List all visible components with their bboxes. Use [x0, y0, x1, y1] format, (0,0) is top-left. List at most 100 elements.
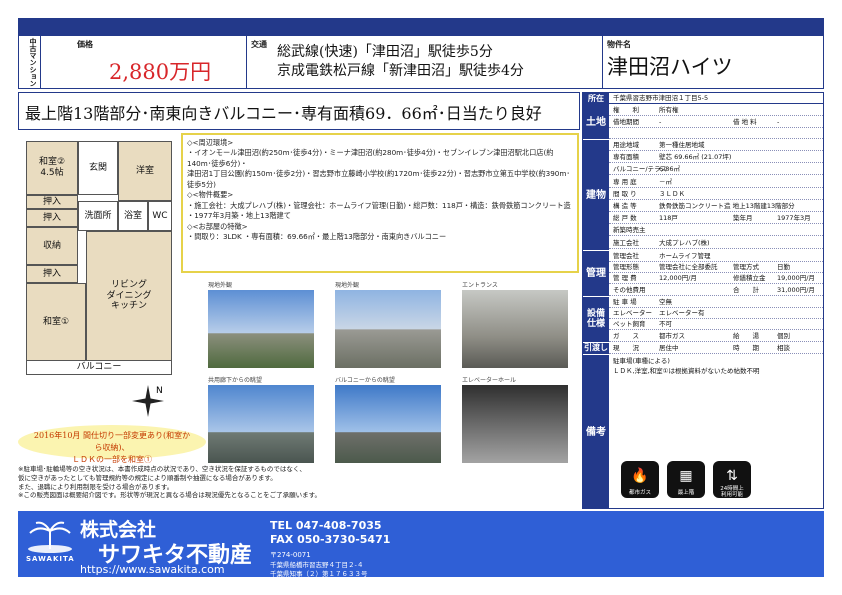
fax: FAX 050-3730-5471: [270, 533, 391, 546]
info-line: 津田沼1丁目公園(約150m･徒歩2分)・習志野市立藤崎小学校(約1720m･徒…: [187, 169, 570, 189]
photo-image: [462, 385, 568, 463]
spec-key: 合 計: [733, 285, 759, 294]
disclaimer-notes: ※駐車場･駐輪場等の空き状況は、本書作成時点の状況であり、空き状況を保証するもの…: [18, 465, 578, 505]
price-cell: 価格 2,880万円: [41, 36, 247, 88]
note-line: ※この販売図面は概要紹介図です。形状等が現況と異なる場合は現況優先となることをご…: [18, 491, 321, 500]
floor-plan: 和室② 4.5帖 玄関 洋室 押入 押入 収納 押入 洗面所 浴室 WC 和室①…: [18, 133, 180, 423]
property-flyer: 中古マンション 価格 2,880万円 交通 総武線(快速)「津田沼」駅徒歩5分 …: [0, 0, 842, 595]
property-label: 物件名: [607, 40, 631, 49]
photo-caption: 現地外観: [335, 282, 360, 289]
spec-key: 現 況: [613, 344, 639, 352]
equipment-label: 設備 仕様: [583, 297, 609, 342]
note-line: 仮に空きがあったとしても管理規約等の規定により順番制や抽選になる場合があります。: [18, 473, 277, 482]
spec-key: 新築時売主: [613, 226, 646, 235]
spec-row: 借地期間 - 借 地 料 -: [609, 117, 823, 128]
spec-value: 118戸: [659, 214, 678, 223]
photo-entrance: エントランス: [462, 282, 568, 368]
spec-key: 権 利: [613, 106, 639, 114]
spec-key: 借 地 料: [733, 117, 757, 126]
tel: TEL 047-408-7035: [270, 519, 382, 532]
logo-text: SAWAKITA: [26, 555, 75, 563]
spec-value: ３ＬＤＫ: [659, 189, 685, 198]
spec-value: 日勤: [777, 263, 790, 272]
location-row: 千葉県習志野市津田沼１丁目5-5: [609, 93, 823, 104]
room-wc: WC: [148, 201, 172, 231]
spec-row: ガ ス 都市ガス 給 湯 個別: [609, 331, 823, 342]
spec-row: バルコニー/テラス 6.86㎡: [609, 164, 823, 176]
icon-label: 最上階: [677, 490, 695, 496]
spec-key: エレベーター: [613, 309, 652, 318]
spec-value: 相談: [777, 344, 790, 352]
closet-2: 押入: [26, 209, 78, 227]
spec-key: 管理形態: [613, 263, 639, 272]
spec-row: 構 造 等 鉄骨鉄筋コンクリート造 地上13階建13階部分: [609, 201, 823, 212]
spec-key: 築年月: [733, 214, 753, 223]
spec-value: 居住中: [659, 344, 679, 352]
building-label: 建物: [583, 140, 609, 250]
spec-value: -: [659, 117, 662, 126]
compass-icon: N: [132, 385, 164, 417]
location-value: 千葉県習志野市津田沼１丁目5-5: [613, 94, 709, 102]
info-line: ◇<お部屋の特徴>: [187, 221, 248, 231]
spec-row: ペット飼育 不可: [609, 319, 823, 331]
photo-corridor-view: 共用廊下からの眺望: [208, 377, 314, 463]
spec-value: 6.86㎡: [659, 165, 680, 174]
spec-key: 管 理 費: [613, 274, 637, 283]
website-link[interactable]: https://www.sawakita.com: [80, 563, 225, 576]
balcony: バルコニー: [26, 361, 172, 375]
photo-caption: バルコニーからの眺望: [335, 377, 395, 384]
spec-value: 大成プレハブ(株): [659, 238, 710, 247]
spec-key: 修繕積立金: [733, 274, 766, 283]
spec-key: 管理会社: [613, 252, 639, 260]
spec-row: 権 利 所有権: [609, 105, 823, 116]
price-label: 価格: [77, 40, 93, 49]
closet-3: 押入: [26, 265, 78, 283]
photo-balcony-view: バルコニーからの眺望: [335, 377, 441, 463]
spec-value: 第一種住居地域: [659, 141, 705, 149]
spec-row: 現 況 居住中 時 期 相談: [609, 343, 823, 354]
closet-1: 押入: [26, 195, 78, 209]
management-label: 管理: [583, 251, 609, 296]
spec-row: 専 用 庭 －㎡: [609, 177, 823, 188]
info-line: ◇<物件概要>: [187, 190, 234, 200]
info-line: ◇<周辺環境>: [187, 138, 234, 147]
spec-key: 用途地域: [613, 141, 639, 149]
spec-key: 構 造 等: [613, 202, 637, 210]
spec-row: 専有面積 壁芯 69.66㎡ (21.07坪): [609, 152, 823, 164]
spec-value: 31,000円/月: [777, 285, 815, 294]
info-line: ・1977年3月築・地上13階建て: [187, 211, 291, 221]
spec-key: 借地期間: [613, 117, 639, 126]
spec-row: [609, 128, 823, 139]
spec-row: 総 戸 数 118戸 築年月 1977年3月: [609, 213, 823, 225]
spec-key: 間 取 り: [613, 189, 637, 198]
palm-logo-icon: [28, 521, 72, 553]
spec-value: ホームライフ管理: [659, 252, 711, 260]
info-line: ・イオンモール津田沼(約250m･徒歩4分)・ミーナ津田沼(約280m･徒歩4分…: [187, 148, 554, 168]
photo-exterior-2: 現地外観: [335, 282, 441, 368]
spec-row: 間 取 り ３ＬＤＫ: [609, 189, 823, 200]
spec-row: 施工会社 大成プレハブ(株): [609, 238, 823, 249]
transport-line-1: 総武線(快速)「津田沼」駅徒歩5分: [277, 44, 493, 60]
photo-caption: 現地外観: [208, 282, 233, 289]
spec-key: 施工会社: [613, 238, 639, 247]
photo-caption: 共用廊下からの眺望: [208, 377, 263, 384]
spec-value: 12,000円/月: [659, 274, 697, 283]
spec-value: 1977年3月: [777, 214, 811, 223]
renovation-remark: 2016年10月 間仕切り一部変更あり(和室から収納)、 ＬＤＫの一部を和室①: [18, 425, 206, 464]
feature-headline: 最上階13階部分･南東向きバルコニー･専有面積69．66㎡･日当たり良好: [18, 92, 580, 130]
info-line: ・施工会社：大成プレハブ(株)・管理会社：ホームライフ管理(日勤)・総戸数：11…: [187, 200, 571, 210]
spec-value: 壁芯 69.66㎡ (21.07坪): [659, 153, 732, 162]
spec-row: 管 理 費 12,000円/月 修繕積立金 19,000円/月: [609, 273, 823, 285]
room-washitsu-2: 和室② 4.5帖: [26, 141, 78, 195]
remarks-line: 駐車場(車種による): [613, 357, 670, 365]
license: 千葉県知事（２）第１７６３３号: [270, 570, 368, 578]
spec-value: 鉄骨鉄筋コンクリート造 地上13階建13階部分: [659, 202, 795, 210]
remarks-label: 備考: [583, 355, 609, 509]
storage: 収納: [26, 227, 78, 265]
room-bath: 浴室: [118, 201, 148, 231]
photo-image: [208, 290, 314, 368]
spec-row: その他費用 合 計 31,000円/月: [609, 285, 823, 296]
property-cell: 物件名 津田沼ハイツ: [603, 36, 823, 88]
category-cell: 中古マンション: [19, 36, 41, 88]
spec-value: 不可: [659, 320, 672, 329]
